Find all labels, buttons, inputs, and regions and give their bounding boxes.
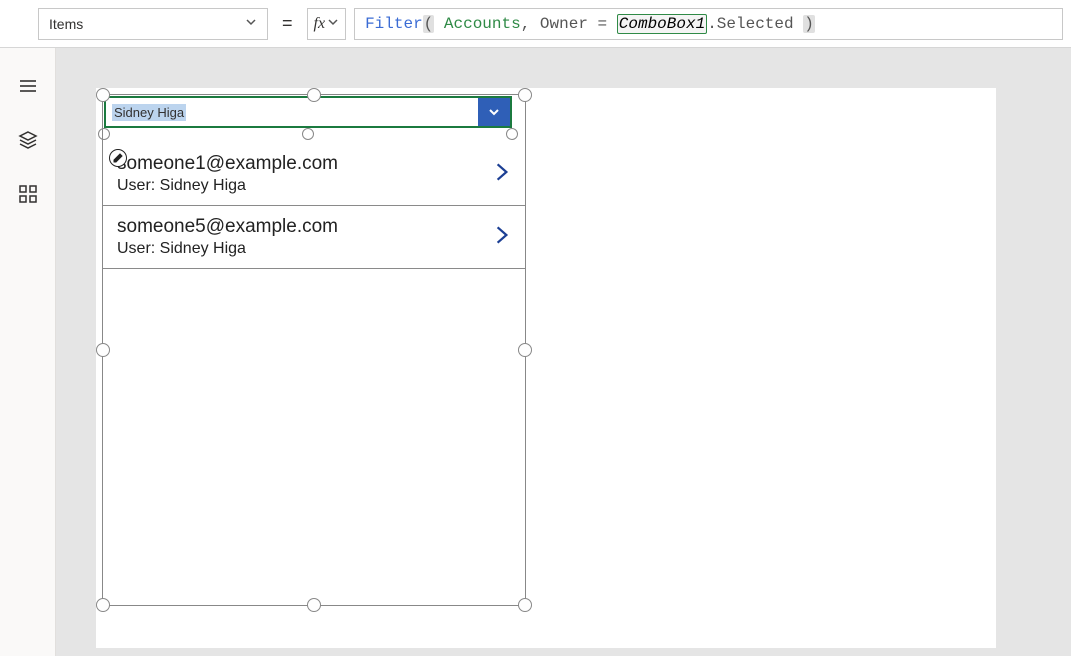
gallery-item-info: someone5@example.com User: Sidney Higa [117,216,338,258]
chevron-right-icon[interactable] [493,224,511,251]
formula-token-eq: = [598,15,608,33]
gallery-item[interactable]: someone1@example.com User: Sidney Higa [103,143,525,206]
selection-handle[interactable] [307,88,321,102]
app-canvas[interactable]: Sidney Higa [96,88,996,648]
equals-label: = [276,13,299,34]
formula-input[interactable]: Filter( Accounts, Owner = ComboBox1.Sele… [354,8,1063,40]
formula-token-accounts: Accounts [444,15,521,33]
formula-bar: Items = fx Filter( Accounts, Owner = Com… [0,0,1071,48]
chevron-down-icon [245,16,257,31]
formula-token-dot: . [707,15,717,33]
gallery-item-subtitle: User: Sidney Higa [117,240,338,258]
gallery-item-info: someone1@example.com User: Sidney Higa [117,153,338,195]
formula-token-comma: , [521,15,531,33]
hamburger-icon[interactable] [18,76,38,96]
gallery-control[interactable]: someone1@example.com User: Sidney Higa s… [102,94,526,606]
formula-token-combobox1: ComboBox1 [617,14,707,34]
chevron-down-icon [327,16,339,31]
gallery-item-subtitle: User: Sidney Higa [117,177,338,195]
edit-template-icon[interactable] [109,149,127,167]
fx-button[interactable]: fx [307,8,347,40]
gallery-item[interactable]: someone5@example.com User: Sidney Higa [103,206,525,269]
property-selector-label: Items [49,16,83,32]
chevron-right-icon[interactable] [493,161,511,188]
formula-token-open-paren: ( [423,15,435,33]
selection-handle[interactable] [96,88,110,102]
formula-token-owner: Owner [540,15,588,33]
selection-handle[interactable] [518,88,532,102]
property-selector[interactable]: Items [38,8,268,40]
gallery-body: someone1@example.com User: Sidney Higa s… [103,143,525,605]
left-rail [0,48,56,656]
canvas-area: Sidney Higa [56,48,1071,656]
formula-token-fn: Filter [365,15,423,33]
gallery-item-title: someone1@example.com [117,153,338,175]
apps-icon[interactable] [18,184,38,204]
formula-token-selected: Selected [717,15,794,33]
formula-token-close-paren: ) [803,15,815,33]
layers-icon[interactable] [18,130,38,150]
gallery-item-title: someone5@example.com [117,216,338,238]
fx-label: fx [314,15,326,33]
